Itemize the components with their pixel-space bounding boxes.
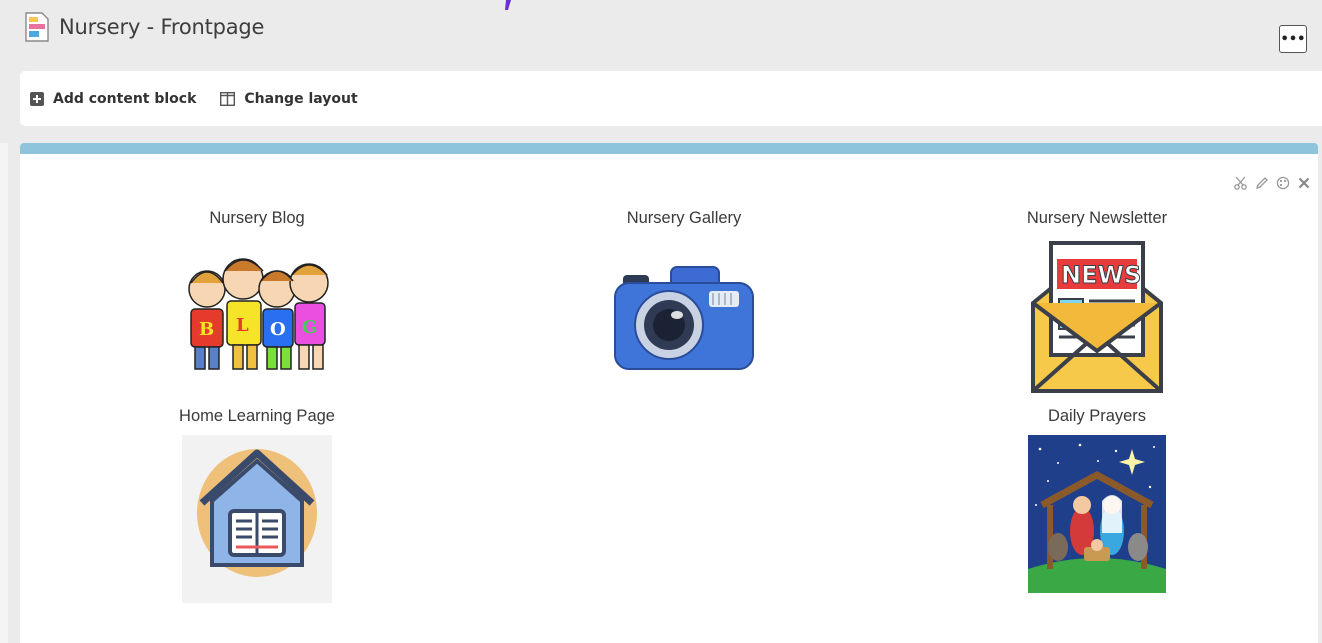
left-gutter xyxy=(0,143,8,643)
cut-icon[interactable] xyxy=(1234,176,1247,190)
tile-nursery-gallery[interactable]: Nursery Gallery xyxy=(584,209,784,389)
tile-title: Home Learning Page xyxy=(179,407,335,425)
svg-text:NEWS: NEWS xyxy=(1061,261,1141,289)
block-tools xyxy=(1234,176,1310,190)
newsletter-envelope-illustration[interactable]: NEWS xyxy=(1031,241,1163,393)
page-title: Nursery - Frontpage xyxy=(59,15,265,39)
purple-decoration xyxy=(505,0,511,10)
tile-nursery-blog[interactable]: Nursery Blog B L O G xyxy=(157,209,357,389)
tile-title: Nursery Blog xyxy=(209,209,305,227)
content-block-panel: Nursery Blog B L O G Nursery Gallery Nur… xyxy=(20,143,1318,643)
camera-illustration[interactable] xyxy=(613,263,755,375)
columns-layout-icon xyxy=(220,91,236,106)
tile-nursery-newsletter[interactable]: Nursery Newsletter NEWS xyxy=(997,209,1197,399)
tile-daily-prayers[interactable]: Daily Prayers xyxy=(997,407,1197,607)
blog-children-illustration[interactable]: B L O G xyxy=(177,253,337,379)
tile-title: Daily Prayers xyxy=(1047,407,1147,425)
add-content-block-button[interactable]: Add content block xyxy=(30,91,196,107)
svg-text:L: L xyxy=(236,315,249,336)
pencil-icon[interactable] xyxy=(1255,176,1268,190)
change-layout-label: Change layout xyxy=(244,90,358,107)
svg-text:G: G xyxy=(302,317,317,338)
tile-home-learning-page[interactable]: Home Learning Page xyxy=(157,407,357,607)
add-content-block-label: Add content block xyxy=(53,90,197,107)
close-icon[interactable] xyxy=(1298,177,1310,189)
color-palette-icon[interactable] xyxy=(1276,176,1290,190)
tile-title: Nursery Newsletter xyxy=(1026,209,1168,227)
nativity-scene-illustration[interactable] xyxy=(1028,435,1166,593)
plus-square-icon xyxy=(30,91,44,106)
content-toolbar: Add content block Change layout xyxy=(20,71,1322,126)
more-options-button[interactable]: ••• xyxy=(1279,25,1307,53)
svg-text:B: B xyxy=(199,319,214,340)
change-layout-button[interactable]: Change layout xyxy=(220,90,358,107)
svg-text:O: O xyxy=(270,319,286,340)
page-layout-icon xyxy=(25,12,49,42)
house-with-book-illustration[interactable] xyxy=(182,435,332,603)
tile-title: Nursery Gallery xyxy=(626,209,742,227)
